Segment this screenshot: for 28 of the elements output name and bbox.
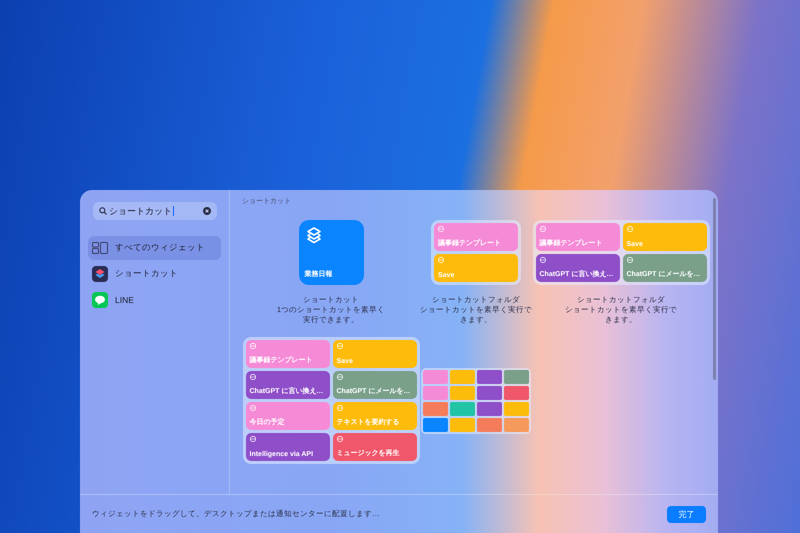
- sidebar-item[interactable]: ショートカット: [88, 262, 221, 286]
- done-button[interactable]: 完了: [667, 506, 706, 522]
- shortcut-icon: [250, 436, 256, 442]
- shortcut-icon: [626, 257, 632, 263]
- text-cursor: [173, 206, 174, 216]
- shortcut-icon: [626, 226, 632, 232]
- layers-icon: [304, 226, 322, 244]
- chat-app-icon: [92, 292, 108, 308]
- shortcut-icon: [336, 405, 342, 412]
- shortcut-icon: [250, 343, 256, 350]
- clear-icon[interactable]: [203, 207, 211, 215]
- shortcut-icon: [250, 374, 256, 380]
- widgets-icon: [92, 242, 108, 254]
- search-field[interactable]: ショートカット: [93, 202, 217, 220]
- shortcut-icon: [438, 257, 444, 263]
- scrollbar[interactable]: [713, 198, 716, 380]
- app-icon: [92, 266, 108, 282]
- search-icon: [99, 207, 107, 215]
- sidebar-item[interactable]: LINE: [88, 288, 221, 312]
- shortcut-icon: [438, 226, 444, 232]
- shortcut-icon: [250, 405, 256, 412]
- shortcut-icon: [540, 257, 546, 263]
- folder-widget[interactable]: [421, 368, 531, 434]
- shortcut-icon: [336, 436, 342, 442]
- shortcut-icon: [336, 343, 342, 350]
- shortcut-icon: [336, 374, 342, 380]
- sidebar-item[interactable]: すべてのウィジェット: [88, 236, 221, 260]
- shortcut-icon: [540, 226, 546, 232]
